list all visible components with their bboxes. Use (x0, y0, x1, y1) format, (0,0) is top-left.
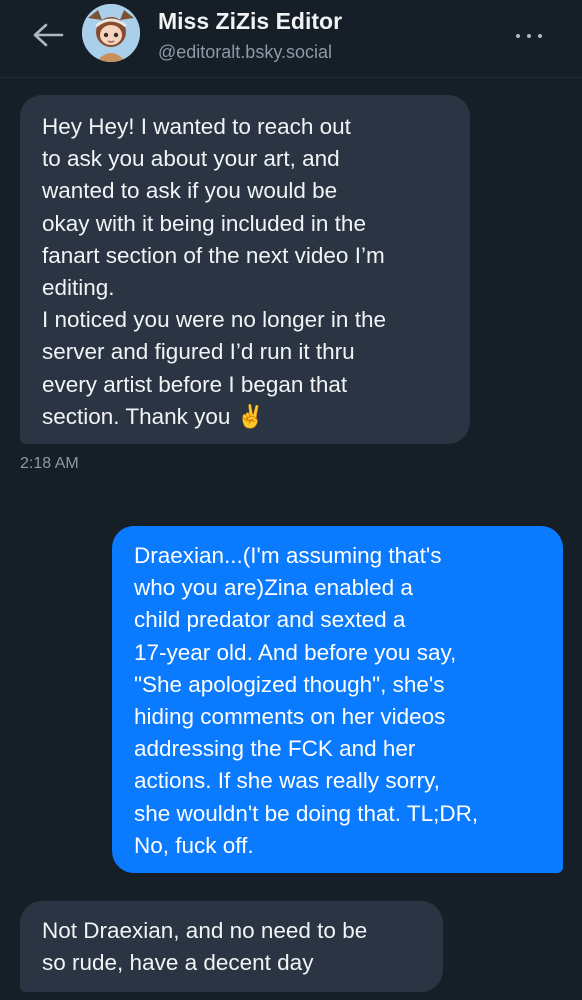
more-horizontal-icon (538, 34, 542, 38)
more-horizontal-icon (527, 34, 531, 38)
conversation-handle: @editoralt.bsky.social (158, 42, 333, 62)
more-horizontal-icon (516, 34, 520, 38)
conversation-title: Miss ZiZis Editor (158, 8, 343, 34)
back-button[interactable] (28, 18, 68, 52)
more-options-button[interactable] (510, 24, 548, 48)
message-bubble-incoming[interactable]: Hey Hey! I wanted to reach out to ask yo… (20, 95, 470, 444)
conversation-header: Miss ZiZis Editor @editoralt.bsky.social (0, 0, 582, 78)
message-bubble-incoming[interactable]: Not Draexian, and no need to be so rude,… (20, 901, 443, 992)
avatar-image (82, 4, 140, 62)
message-bubble-outgoing[interactable]: Draexian...(I'm assuming that's who you … (112, 526, 563, 873)
message-timestamp: 2:18 AM (20, 455, 79, 472)
avatar[interactable] (82, 4, 140, 62)
arrow-left-icon (33, 23, 64, 47)
